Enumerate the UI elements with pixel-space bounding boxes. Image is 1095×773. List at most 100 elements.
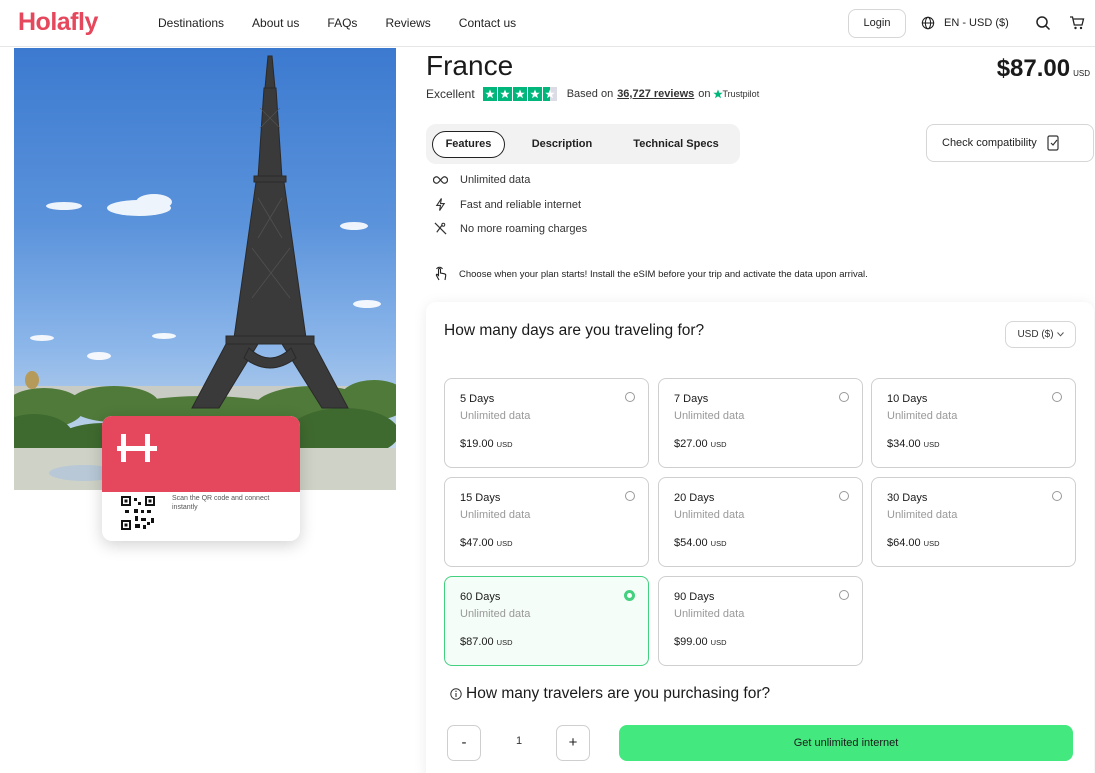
plan-data: Unlimited data <box>674 509 745 521</box>
plan-price: $87.00 USD <box>460 636 513 648</box>
currency-select[interactable]: USD ($) <box>1005 321 1076 348</box>
plan-price-value: $99.00 <box>674 636 708 648</box>
feature-unlimited-data: Unlimited data <box>433 174 530 186</box>
plan-price-currency: USD <box>496 440 513 449</box>
half-star-icon <box>542 87 557 101</box>
tab-description[interactable]: Description <box>518 131 606 158</box>
reviews-link[interactable]: 36,727 reviews <box>617 88 694 100</box>
rating-label: Excellent <box>426 87 475 101</box>
page: Holafly Destinations About us FAQs Revie… <box>0 0 1095 773</box>
plan-radio[interactable] <box>839 491 849 501</box>
plan-price-value: $54.00 <box>674 537 708 549</box>
plan-radio[interactable] <box>1052 392 1062 402</box>
plan-data: Unlimited data <box>674 410 745 422</box>
nav-destinations[interactable]: Destinations <box>158 16 224 30</box>
plan-option[interactable]: 5 Days Unlimited data $19.00 USD <box>444 378 649 468</box>
trustpilot-star-icon <box>712 89 723 99</box>
holafly-logo[interactable]: Holafly <box>18 8 98 37</box>
plan-price-currency: USD <box>923 539 940 548</box>
activation-notice: Choose when your plan starts! Install th… <box>433 266 868 282</box>
plan-option[interactable]: 15 Days Unlimited data $47.00 USD <box>444 477 649 567</box>
plan-radio[interactable] <box>1052 491 1062 501</box>
plan-option-selected[interactable]: 60 Days Unlimited data $87.00 USD <box>444 576 649 666</box>
star-icon <box>527 87 542 101</box>
plan-radio[interactable] <box>625 491 635 501</box>
top-header: Holafly Destinations About us FAQs Revie… <box>0 0 1095 47</box>
plan-price: $34.00 USD <box>887 438 940 450</box>
plan-price-value: $47.00 <box>460 537 494 549</box>
product-price: $87.00 USD <box>997 55 1090 83</box>
main-nav: Destinations About us FAQs Reviews Conta… <box>158 16 544 30</box>
plan-price-value: $19.00 <box>460 438 494 450</box>
plan-option[interactable]: 10 Days Unlimited data $34.00 USD <box>871 378 1076 468</box>
language-label: EN - USD ($) <box>944 17 1009 29</box>
nav-contact-us[interactable]: Contact us <box>459 16 516 30</box>
lightning-icon <box>435 198 446 211</box>
nav-reviews[interactable]: Reviews <box>385 16 430 30</box>
plan-option[interactable]: 7 Days Unlimited data $27.00 USD <box>658 378 863 468</box>
info-icon[interactable] <box>450 688 462 700</box>
currency-select-value: USD ($) <box>1017 329 1054 340</box>
no-roaming-icon <box>434 222 447 235</box>
feature-label: No more roaming charges <box>460 222 588 235</box>
plan-data: Unlimited data <box>887 509 958 521</box>
decrease-quantity-button[interactable]: - <box>447 725 481 761</box>
plan-price: $47.00 USD <box>460 537 513 549</box>
rating-stars <box>482 87 557 101</box>
plan-price-value: $27.00 <box>674 438 708 450</box>
star-icon <box>482 87 497 101</box>
star-icon <box>512 87 527 101</box>
days-question: How many days are you traveling for? <box>444 322 705 339</box>
qr-code-icon <box>121 496 155 530</box>
plan-days: 20 Days <box>674 492 715 504</box>
nav-faqs[interactable]: FAQs <box>327 16 357 30</box>
get-unlimited-internet-button[interactable]: Get unlimited internet <box>619 725 1073 761</box>
plan-radio[interactable] <box>625 392 635 402</box>
page-title: France <box>426 50 514 81</box>
star-icon <box>497 87 512 101</box>
feature-no-roaming: No more roaming charges <box>433 222 587 235</box>
plan-price-currency: USD <box>496 539 513 548</box>
plan-option[interactable]: 90 Days Unlimited data $99.00 USD <box>658 576 863 666</box>
cart-icon[interactable] <box>1069 15 1085 31</box>
esim-card-header <box>102 416 300 492</box>
plan-price-currency: USD <box>710 638 727 647</box>
check-compatibility-button[interactable]: Check compatibility <box>926 124 1094 162</box>
plan-data: Unlimited data <box>460 608 531 620</box>
plan-days: 10 Days <box>887 393 928 405</box>
tab-features[interactable]: Features <box>432 131 505 158</box>
plan-option[interactable]: 20 Days Unlimited data $54.00 USD <box>658 477 863 567</box>
plan-option[interactable]: 30 Days Unlimited data $64.00 USD <box>871 477 1076 567</box>
plan-price: $27.00 USD <box>674 438 727 450</box>
plan-days: 90 Days <box>674 591 715 603</box>
plan-price: $19.00 USD <box>460 438 513 450</box>
login-button[interactable]: Login <box>848 9 906 38</box>
plan-days: 60 Days <box>460 591 501 603</box>
trustpilot-rating: Excellent Based on 36,727 reviews on Tru… <box>426 87 759 101</box>
plan-radio[interactable] <box>839 392 849 402</box>
plan-price-value: $34.00 <box>887 438 921 450</box>
plan-price-currency: USD <box>496 638 513 647</box>
plan-radio[interactable] <box>839 590 849 600</box>
feature-label: Fast and reliable internet <box>460 198 582 211</box>
plan-data: Unlimited data <box>887 410 958 422</box>
plan-days: 15 Days <box>460 492 501 504</box>
compatibility-icon <box>1047 135 1059 151</box>
check-compatibility-label: Check compatibility <box>942 137 1037 149</box>
language-selector[interactable]: EN - USD ($) <box>921 16 1009 30</box>
plan-price-value: $64.00 <box>887 537 921 549</box>
product-tabs: Features Description Technical Specs <box>426 124 740 164</box>
search-icon[interactable] <box>1035 15 1051 31</box>
plan-price-value: $87.00 <box>460 636 494 648</box>
increase-quantity-button[interactable]: + <box>556 725 590 761</box>
rating-on: on <box>698 88 711 100</box>
plan-data: Unlimited data <box>460 509 531 521</box>
quantity-value[interactable]: 1 <box>509 735 529 747</box>
nav-about-us[interactable]: About us <box>252 16 299 30</box>
plan-data: Unlimited data <box>674 608 745 620</box>
plan-price-currency: USD <box>710 539 727 548</box>
plan-radio-checked[interactable] <box>624 590 635 601</box>
tab-technical-specs[interactable]: Technical Specs <box>620 131 732 158</box>
price-value: $87.00 <box>996 55 1071 82</box>
holafly-h-icon <box>117 434 157 462</box>
